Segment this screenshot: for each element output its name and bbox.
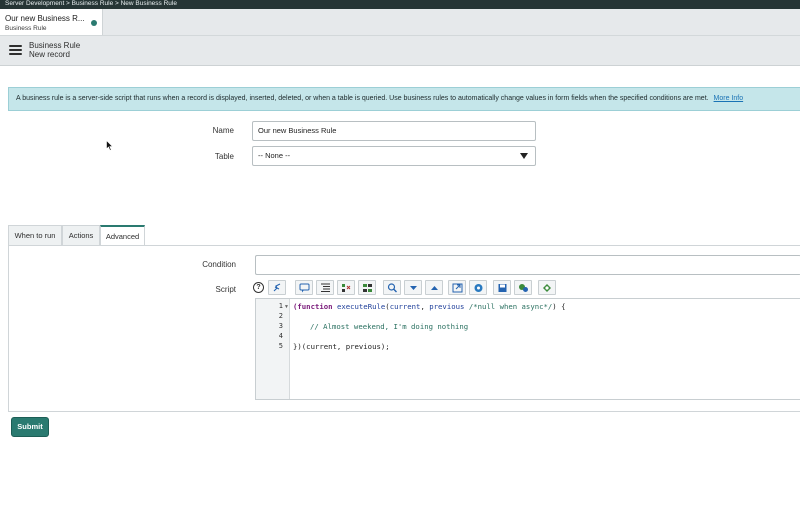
- toggle-syntax-icon[interactable]: [514, 280, 532, 295]
- fullscreen-icon[interactable]: [448, 280, 466, 295]
- code-function-name: executeRule: [336, 302, 386, 311]
- find-next-icon[interactable]: [404, 280, 422, 295]
- replace-icon[interactable]: [337, 280, 355, 295]
- format-icon[interactable]: [316, 280, 334, 295]
- help-icon[interactable]: ?: [253, 282, 264, 293]
- info-banner: A business rule is a server-side script …: [8, 87, 800, 111]
- find-prev-icon[interactable]: [425, 280, 443, 295]
- save-icon[interactable]: [493, 280, 511, 295]
- form-header: Business Rule New record: [0, 35, 800, 66]
- code-arg: current: [389, 302, 421, 311]
- line-number: 3: [278, 322, 283, 330]
- code-keyword: (function: [293, 302, 333, 311]
- line-number: 1: [278, 302, 283, 310]
- tab-actions[interactable]: Actions: [62, 225, 100, 246]
- search-icon[interactable]: [383, 280, 401, 295]
- form-title: Business Rule: [29, 41, 81, 50]
- table-select[interactable]: -- None --: [252, 146, 536, 166]
- script-include-icon[interactable]: [538, 280, 556, 295]
- document-tab-strip: Our new Business R... Business Rule: [0, 9, 800, 35]
- code-line-1: (function executeRule(current, previous …: [293, 302, 565, 311]
- line-number-gutter: 1 ▼ 2 3 4 5: [256, 299, 290, 399]
- tab-when-to-run[interactable]: When to run: [8, 225, 62, 246]
- condition-input[interactable]: [255, 255, 800, 275]
- syntax-check-icon[interactable]: [268, 280, 286, 295]
- unsaved-dot-icon: [91, 20, 97, 26]
- name-field[interactable]: Our new Business Rule: [252, 121, 536, 141]
- mouse-cursor-icon: [106, 140, 113, 151]
- comment-icon[interactable]: [295, 280, 313, 295]
- code-line-3: // Almost weekend, I'm doing nothing: [310, 322, 469, 331]
- script-label: Script: [215, 285, 236, 294]
- breadcrumb: Server Development > Business Rule > New…: [0, 0, 800, 9]
- fold-icon[interactable]: ▼: [284, 304, 289, 310]
- script-debugger-icon[interactable]: [469, 280, 487, 295]
- more-info-link[interactable]: More Info: [714, 95, 744, 102]
- code-punct: ) {: [552, 302, 566, 311]
- code-arg: previous: [429, 302, 465, 311]
- chevron-down-icon: [520, 153, 528, 159]
- form-subtitle: New record: [29, 50, 70, 59]
- line-number: 4: [278, 332, 283, 340]
- name-label: Name: [212, 126, 234, 135]
- document-tab-subtitle: Business Rule: [5, 25, 47, 32]
- condition-label: Condition: [202, 260, 236, 269]
- table-select-value: -- None --: [258, 151, 291, 160]
- replace-all-icon[interactable]: [358, 280, 376, 295]
- line-number: 5: [278, 342, 283, 350]
- document-tab[interactable]: Our new Business R... Business Rule: [0, 9, 103, 35]
- tab-advanced[interactable]: Advanced: [100, 225, 145, 246]
- menu-icon[interactable]: [9, 45, 22, 55]
- script-editor[interactable]: 1 ▼ 2 3 4 5 (function executeRule(curren…: [255, 298, 800, 400]
- info-banner-text: A business rule is a server-side script …: [16, 95, 709, 102]
- document-tab-title: Our new Business R...: [5, 14, 85, 23]
- line-number: 2: [278, 312, 283, 320]
- submit-button[interactable]: Submit: [11, 417, 49, 437]
- table-label: Table: [214, 152, 234, 161]
- code-punct: ,: [420, 302, 430, 311]
- code-comment: /*null when async*/: [468, 302, 553, 311]
- code-line-5: })(current, previous);: [293, 342, 390, 351]
